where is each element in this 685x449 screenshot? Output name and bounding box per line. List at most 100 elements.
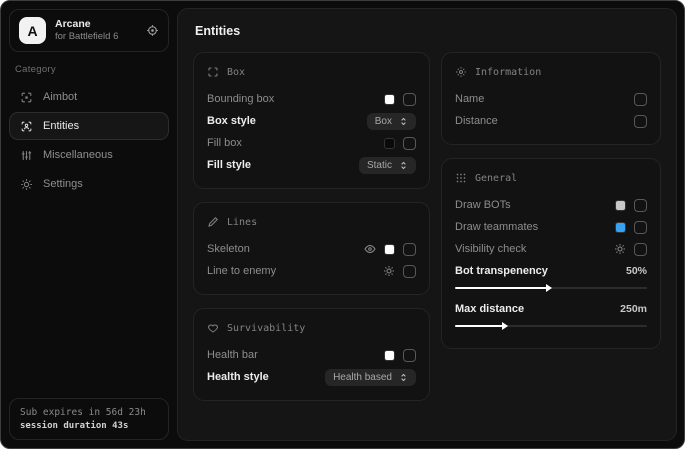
setting-row-max-distance: Max distance 250m [455, 298, 647, 320]
checkbox[interactable] [634, 221, 647, 234]
setting-row-skeleton: Skeleton [207, 238, 416, 260]
sidebar-item-label: Miscellaneous [43, 149, 113, 161]
card-title: Information [475, 67, 541, 78]
app-name: Arcane [55, 18, 137, 31]
chevron-up-down-icon [399, 373, 408, 382]
dropdown-value: Box [375, 116, 392, 127]
checkbox[interactable] [634, 199, 647, 212]
setting-label: Draw BOTs [455, 199, 511, 211]
box-card: Box Bounding box Box style Box [193, 52, 430, 189]
setting-label: Max distance [455, 303, 524, 315]
fill-style-dropdown[interactable]: Static [359, 157, 416, 174]
info-sparkle-icon [455, 66, 467, 78]
setting-row-health-bar: Health bar [207, 344, 416, 366]
sidebar-item-label: Aimbot [43, 91, 77, 103]
gear-icon[interactable] [383, 265, 395, 277]
checkbox[interactable] [403, 137, 416, 150]
sidebar-item-entities[interactable]: Entities [9, 112, 169, 140]
color-swatch[interactable] [615, 200, 626, 211]
setting-label: Line to enemy [207, 265, 276, 277]
checkbox[interactable] [634, 115, 647, 128]
setting-row-distance: Distance [455, 110, 647, 132]
checkbox[interactable] [403, 265, 416, 278]
chevron-up-down-icon [399, 117, 408, 126]
heart-icon [207, 322, 219, 334]
gear-icon[interactable] [614, 243, 626, 255]
setting-label: Name [455, 93, 484, 105]
setting-row-fill-style: Fill style Static [207, 154, 416, 176]
setting-row-box-style: Box style Box [207, 110, 416, 132]
page-title: Entities [195, 24, 661, 38]
card-title: Lines [227, 217, 257, 228]
card-title: Survivability [227, 323, 305, 334]
chevron-up-down-icon [399, 161, 408, 170]
setting-label: Health style [207, 371, 269, 383]
setting-row-draw-teammates: Draw teammates [455, 216, 647, 238]
sidebar: A Arcane for Battlefield 6 Category Aimb… [1, 1, 177, 448]
setting-label: Skeleton [207, 243, 250, 255]
color-swatch[interactable] [384, 244, 395, 255]
setting-label: Distance [455, 115, 498, 127]
entity-scan-icon [20, 120, 33, 133]
sub-expiry-text: Sub expires in 56d 23h [20, 407, 158, 418]
dropdown-value: Static [367, 160, 392, 171]
setting-row-bounding-box: Bounding box [207, 88, 416, 110]
setting-label: Box style [207, 115, 256, 127]
color-swatch[interactable] [384, 94, 395, 105]
app-logo: A [19, 17, 46, 44]
setting-label: Bot transpenency [455, 265, 548, 277]
card-title: General [475, 173, 517, 184]
bot-transparency-slider[interactable] [455, 287, 647, 289]
sliders-icon [20, 149, 33, 162]
checkbox[interactable] [634, 93, 647, 106]
checkbox[interactable] [403, 243, 416, 256]
app-header-card: A Arcane for Battlefield 6 [9, 9, 169, 52]
sidebar-item-settings[interactable]: Settings [9, 170, 169, 198]
setting-row-bot-transparency: Bot transpenency 50% [455, 260, 647, 282]
setting-label: Bounding box [207, 93, 274, 105]
setting-row-name: Name [455, 88, 647, 110]
setting-row-health-style: Health style Health based [207, 366, 416, 388]
sidebar-item-miscellaneous[interactable]: Miscellaneous [9, 141, 169, 169]
color-swatch[interactable] [384, 350, 395, 361]
general-card: General Draw BOTs Draw teammates [441, 158, 661, 349]
eye-icon[interactable] [364, 243, 376, 255]
sidebar-item-aimbot[interactable]: Aimbot [9, 83, 169, 111]
setting-row-visibility-check: Visibility check [455, 238, 647, 260]
app-window: A Arcane for Battlefield 6 Category Aimb… [0, 0, 685, 449]
subscription-status-card: Sub expires in 56d 23h session duration … [9, 398, 169, 440]
setting-label: Fill style [207, 159, 251, 171]
session-duration-text: session duration 43s [20, 421, 158, 431]
setting-row-fill-box: Fill box [207, 132, 416, 154]
setting-row-line-to-enemy: Line to enemy [207, 260, 416, 282]
checkbox[interactable] [403, 349, 416, 362]
setting-label: Visibility check [455, 243, 526, 255]
setting-label: Draw teammates [455, 221, 538, 233]
setting-label: Health bar [207, 349, 258, 361]
category-label: Category [15, 64, 163, 75]
grid-dots-icon [455, 172, 467, 184]
box-style-dropdown[interactable]: Box [367, 113, 416, 130]
setting-label: Fill box [207, 137, 242, 149]
color-swatch[interactable] [384, 138, 395, 149]
dropdown-value: Health based [333, 372, 392, 383]
setting-row-draw-bots: Draw BOTs [455, 194, 647, 216]
checkbox[interactable] [403, 93, 416, 106]
information-card: Information Name Distance [441, 52, 661, 145]
sidebar-item-label: Entities [43, 120, 79, 132]
target-icon[interactable] [146, 24, 159, 37]
health-style-dropdown[interactable]: Health based [325, 369, 416, 386]
main-panel: Entities Box Bounding box [177, 8, 677, 441]
card-title: Box [227, 67, 245, 78]
checkbox[interactable] [634, 243, 647, 256]
gear-icon [20, 178, 33, 191]
sidebar-item-label: Settings [43, 178, 83, 190]
box-brackets-icon [207, 66, 219, 78]
slider-value: 50% [626, 265, 647, 277]
color-swatch[interactable] [615, 222, 626, 233]
pencil-line-icon [207, 216, 219, 228]
max-distance-slider[interactable] [455, 325, 647, 327]
survivability-card: Survivability Health bar Health style He… [193, 308, 430, 401]
slider-value: 250m [620, 303, 647, 315]
app-subtitle: for Battlefield 6 [55, 31, 137, 43]
